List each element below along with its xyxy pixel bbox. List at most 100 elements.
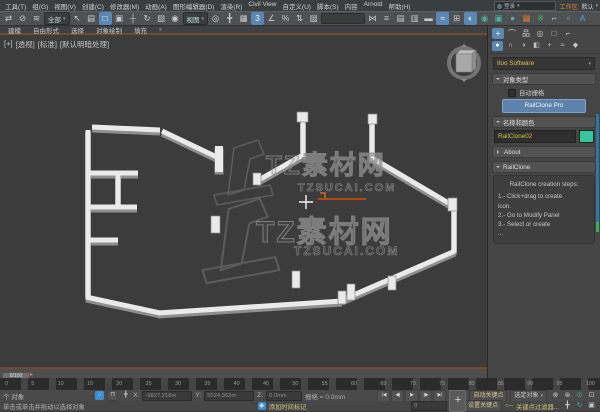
category-dropdown[interactable]: Itoo Software ▾ [493,57,595,70]
select-and-place-icon[interactable]: ◉ [169,12,182,25]
time-tag-icon[interactable]: ◈ [258,402,266,410]
set-key-mode-button[interactable]: 设置关键点 [464,400,502,412]
selection-lock-toggle[interactable]: ⊓ [107,390,118,401]
ribbon-toggle-icon[interactable]: ▬ [422,12,435,25]
viewport-menu-button[interactable]: [+] [4,39,13,50]
next-frame-button[interactable]: |▶ [419,390,432,402]
rendered-frame-icon[interactable]: ▣ [492,12,505,25]
mirror-icon[interactable]: ⋈ [366,12,379,25]
create-tab[interactable]: + [492,28,504,39]
menu-item[interactable]: 视图(V) [51,1,79,11]
z-coordinate-field[interactable]: 0.0mm [266,391,302,401]
display-tab[interactable]: □ [548,28,560,39]
menu-item[interactable]: 帮助(H) [385,1,413,11]
isolate-none-icon[interactable]: ▫ [562,12,575,25]
scene-canvas[interactable] [0,37,487,367]
named-selection-field[interactable] [321,13,365,24]
ribbon-tab[interactable]: 填充 [134,25,147,35]
ribbon-tab[interactable]: 建模 [8,25,21,35]
use-pivot-center-icon[interactable]: ◎ [209,12,222,25]
select-by-name-icon[interactable]: ▤ [85,12,98,25]
ribbon-tab[interactable]: 对象绘制 [96,25,122,35]
selection-filter-dropdown[interactable]: 全部▾ [44,12,70,25]
spinner-snap-icon[interactable]: ⇅ [293,12,306,25]
maximize-viewport-icon[interactable]: ▣ [586,401,597,411]
go-to-start-button[interactable]: |◀ [377,390,390,402]
window-crossing-icon[interactable]: ▣ [113,12,126,25]
ribbon-tab[interactable]: 选择 [71,25,84,35]
viewport-standard-button[interactable]: [标准] [38,39,57,50]
time-slider-track[interactable]: 0/100 ▸ [0,367,487,378]
menu-item[interactable]: 修改器(M) [107,1,142,11]
autogrid-checkbox[interactable] [508,89,516,97]
arnold-icon[interactable]: A [576,12,589,25]
menu-item[interactable]: Civil View [245,1,279,11]
key-filters-button[interactable]: 关键点过滤器... [516,402,559,411]
motion-tab[interactable]: ◎ [534,28,546,39]
viewport-view-button[interactable]: [透视] [16,39,35,50]
render-setup-icon[interactable]: ◉ [478,12,491,25]
lights-subtab[interactable]: ◑ [518,41,529,51]
panel-scrollbar[interactable] [596,114,599,226]
layer-manager-icon[interactable]: ▤ [394,12,407,25]
systems-subtab[interactable]: ◆ [570,41,581,51]
track-bar[interactable]: 0510152025303540455055606570758085909510… [0,378,600,390]
rollout-object-type[interactable]: 对象类型 [492,73,596,85]
object-color-swatch[interactable] [579,130,594,143]
utilities-hammer-icon[interactable]: ⌐ [548,12,561,25]
unlink-selection-icon[interactable]: ⊘ [16,12,29,25]
key-mode-dropdown[interactable]: 选定对象 ▾ [510,390,547,402]
snap-toggle-icon[interactable]: 3 [251,12,264,25]
zoom-region-icon[interactable]: ⊡ [586,391,597,401]
select-and-rotate-icon[interactable]: ↻ [141,12,154,25]
zoom-extents-icon[interactable]: ⊙ [574,391,585,401]
cameras-subtab[interactable]: ◧ [531,41,542,51]
geometry-subtab[interactable]: ● [492,41,503,51]
zoom-icon[interactable]: ⊕ [550,391,561,401]
play-button[interactable]: ▶ [405,390,418,402]
rollout-railclone[interactable]: RailClone [492,161,596,173]
ribbon-options-icon[interactable]: ▾ [159,27,162,33]
reference-coordinate-dropdown[interactable]: 视图▾ [183,12,209,25]
set-key-button[interactable]: + [449,390,466,412]
menu-item[interactable]: 渲染(R) [217,1,245,11]
menu-item[interactable]: 动画(A) [142,1,170,11]
go-to-end-button[interactable]: ▶| [433,390,446,402]
select-and-manipulate-icon[interactable]: ╋ [223,12,236,25]
align-icon[interactable]: ≡ [380,12,393,25]
isolate-selection-toggle[interactable]: ◌ [95,391,104,400]
modify-tab[interactable]: ⌒ [506,28,518,39]
menu-item[interactable]: 组(G) [29,1,51,11]
menu-item[interactable]: 自定义(U) [279,1,314,11]
signin-dropdown[interactable]: ◍ 登录 ▾ [494,1,556,11]
perspective-viewport[interactable]: [+] [透视] [标准] [默认明暗处理] TZ素材网 TZSUCAI.COM… [0,37,487,367]
render-production-icon[interactable]: ● [506,12,519,25]
scene-explorer-icon[interactable]: ▥ [408,12,421,25]
y-coordinate-field[interactable]: 5524.362m [204,391,254,401]
select-object-icon[interactable]: ↖ [71,12,84,25]
menu-item[interactable]: Arnold [361,1,386,11]
rollout-about[interactable]: About [492,146,596,158]
menu-item[interactable]: 脚本(S) [314,1,342,11]
material-editor-icon[interactable]: ◐ [464,12,477,25]
keyboard-override-icon[interactable]: ▦ [237,12,250,25]
rollout-name-color[interactable]: 名称和颜色 [492,116,596,128]
bind-to-spacewarp-icon[interactable]: ≋ [30,12,43,25]
utilities-tab[interactable]: ⌐ [562,28,574,39]
schematic-view-icon[interactable]: ⊞ [450,12,463,25]
ribbon-tab[interactable]: 自由形式 [33,25,59,35]
selection-region-icon[interactable]: □ [99,12,112,25]
asset-tracking-icon[interactable]: ※ [534,12,547,25]
time-tag-label[interactable]: 添加时间标记 [269,402,307,411]
select-and-link-icon[interactable]: ⇄ [2,12,15,25]
previous-frame-button[interactable]: ◀| [391,390,404,402]
viewcube[interactable] [449,44,479,82]
state-sets-icon[interactable]: ▦ [520,12,533,25]
railclone-pro-button[interactable]: RailClone Pro [502,99,586,113]
workspace-dropdown[interactable]: 工作区: 默认 ▾ [560,2,598,11]
menu-item[interactable]: 创建(C) [79,1,107,11]
hierarchy-tab[interactable]: 品 [520,28,532,39]
named-selection-edit-icon[interactable]: ▨ [307,12,320,25]
zoom-all-icon[interactable]: ⊛ [562,391,573,401]
helpers-subtab[interactable]: + [544,41,555,51]
